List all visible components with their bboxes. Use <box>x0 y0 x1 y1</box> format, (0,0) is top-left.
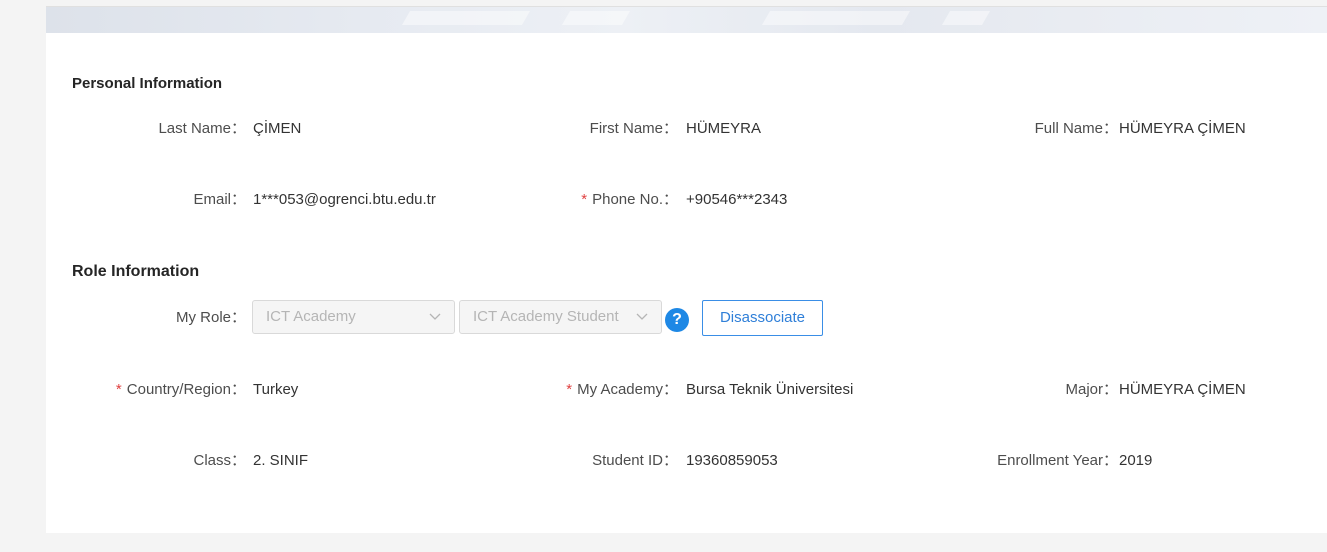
role-type-select[interactable]: ICT Academy Student <box>459 300 662 334</box>
my-role-label: My Role： <box>175 309 246 326</box>
required-mark: * <box>581 191 588 208</box>
phone-row: * Phone No.： +90546***2343 <box>46 190 1327 210</box>
chevron-down-icon <box>429 313 441 320</box>
role-info-title: Role Information <box>72 263 200 280</box>
major-label: Major： <box>1065 381 1118 398</box>
enrollment-year-row: Enrollment Year： 2019 <box>46 451 1327 471</box>
disassociate-button[interactable]: Disassociate <box>702 300 823 336</box>
role-type-value: ICT Academy Student <box>473 308 619 325</box>
personal-info-title: Personal Information <box>72 75 223 92</box>
header-banner <box>46 7 1327 33</box>
question-circle-icon[interactable]: ? <box>665 308 689 332</box>
enrollment-year-value: 2019 <box>1119 452 1153 469</box>
phone-value: +90546***2343 <box>686 191 788 208</box>
major-value: HÜMEYRA ÇİMEN <box>1119 381 1246 398</box>
profile-card: Personal Information Last Name： ÇİMEN Fi… <box>46 6 1327 533</box>
full-name-label: Full Name： <box>1034 120 1118 137</box>
major-row: Major： HÜMEYRA ÇİMEN <box>46 380 1327 400</box>
full-name-row: Full Name： HÜMEYRA ÇİMEN <box>46 119 1327 139</box>
role-category-value: ICT Academy <box>266 308 356 325</box>
phone-label-wrap: * Phone No.： <box>581 190 678 210</box>
enrollment-year-label: Enrollment Year： <box>997 452 1118 469</box>
role-category-select[interactable]: ICT Academy <box>252 300 455 334</box>
full-name-value: HÜMEYRA ÇİMEN <box>1119 120 1246 137</box>
phone-label: Phone No.： <box>592 191 678 208</box>
chevron-down-icon <box>636 313 648 320</box>
